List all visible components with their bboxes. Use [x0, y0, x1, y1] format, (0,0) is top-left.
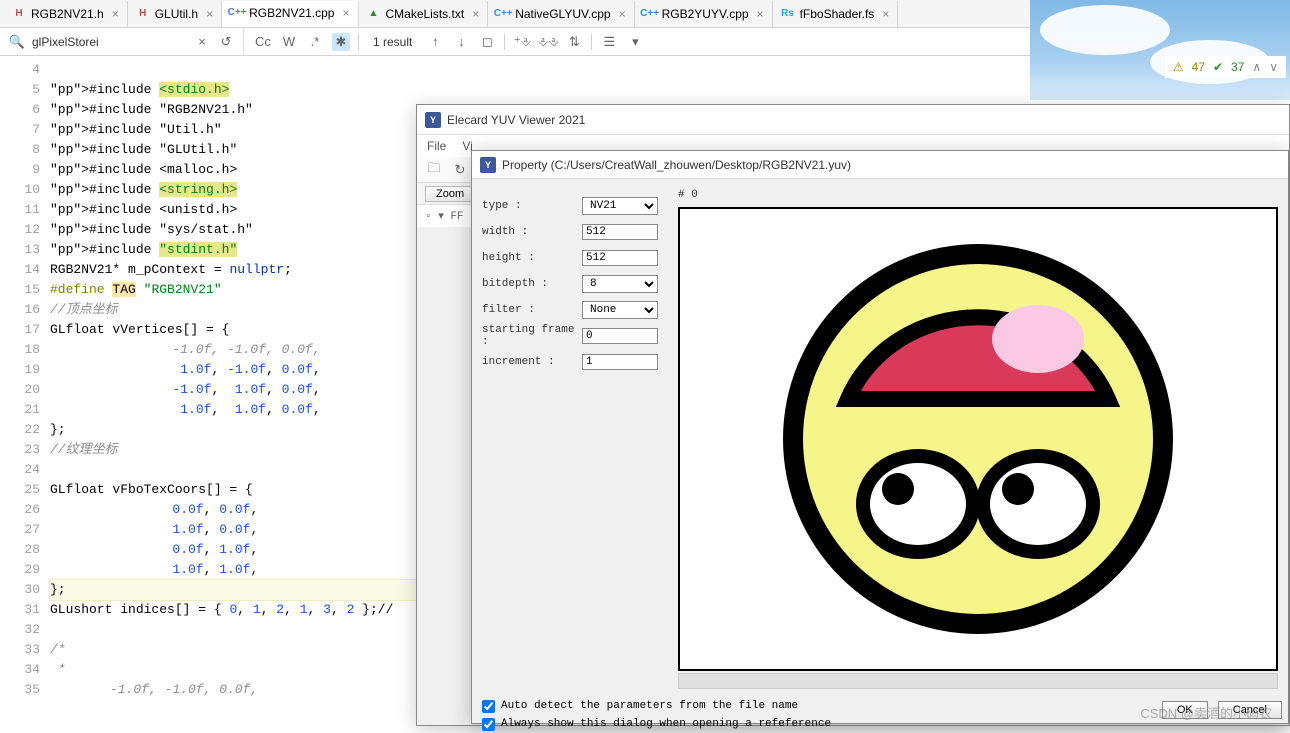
select-bitdepth[interactable]: 8 — [582, 275, 658, 293]
close-icon[interactable]: × — [757, 7, 764, 21]
warning-count: 47 — [1192, 60, 1205, 74]
checkbox-always-show[interactable] — [482, 718, 495, 731]
toggle-button[interactable]: ⇅ — [565, 33, 583, 51]
preview-pane — [678, 207, 1278, 671]
tab-label: NativeGLYUV.cpp — [515, 7, 610, 21]
label-width: width : — [482, 226, 582, 238]
tab-rgb2nv21-h[interactable]: H RGB2NV21.h × — [4, 1, 128, 27]
file-type-icon: C++ — [496, 7, 510, 21]
close-icon[interactable]: × — [619, 7, 626, 21]
refresh-icon[interactable]: ↻ — [451, 161, 469, 179]
label-filter: filter : — [482, 304, 582, 316]
input-start[interactable] — [582, 328, 658, 344]
ok-icon: ✔ — [1213, 60, 1223, 74]
tab-cmakelists-txt[interactable]: ▲ CMakeLists.txt × — [359, 1, 489, 27]
property-dialog: Y Property (C:/Users/CreatWall_zhouwen/D… — [471, 150, 1289, 724]
yuv-viewer-window: Y Elecard YUV Viewer 2021 File Vi 🗀 ↻ Zo… — [416, 104, 1290, 726]
yuv-app-icon: Y — [425, 112, 441, 128]
property-title-text: Property (C:/Users/CreatWall_zhouwen/Des… — [502, 158, 851, 172]
tab-label: CMakeLists.txt — [386, 7, 465, 21]
file-type-icon: H — [12, 7, 26, 21]
desktop-background — [1030, 0, 1290, 100]
preview-scrollbar[interactable] — [678, 673, 1278, 689]
expand-down-icon[interactable]: ∨ — [1269, 60, 1278, 74]
yuv-title-text: Elecard YUV Viewer 2021 — [447, 113, 585, 127]
search-icon: 🔍 — [8, 33, 26, 51]
checkbox-autodetect[interactable] — [482, 700, 495, 713]
property-titlebar[interactable]: Y Property (C:/Users/CreatWall_zhouwen/D… — [472, 151, 1288, 179]
open-icon[interactable]: 🗀 — [425, 161, 443, 179]
clear-search-icon[interactable]: × — [193, 33, 211, 51]
file-type-icon: H — [136, 7, 150, 21]
next-match-button[interactable]: ↓ — [452, 33, 470, 51]
tab-label: RGB2YUYV.cpp — [662, 7, 749, 21]
regex-button[interactable]: .* — [306, 33, 324, 51]
tab-nativeglyuv-cpp[interactable]: C++ NativeGLYUV.cpp × — [488, 1, 634, 27]
select-filter[interactable]: None — [582, 301, 658, 319]
input-inc[interactable] — [582, 354, 658, 370]
label-autodetect: Auto detect the parameters from the file… — [501, 700, 798, 712]
label-type: type : — [482, 200, 582, 212]
preview-image — [768, 229, 1188, 649]
label-inc: increment : — [482, 356, 582, 368]
select-occurrences-button[interactable]: ⎀⎀ — [539, 33, 557, 51]
expand-up-icon[interactable]: ∧ — [1252, 60, 1261, 74]
frame-label: # 0 — [678, 189, 1278, 207]
menu-file[interactable]: File — [427, 139, 446, 153]
search-input[interactable] — [32, 35, 187, 49]
zoom-button[interactable]: Zoom — [425, 186, 475, 202]
settings-icon[interactable]: ☰ — [600, 33, 618, 51]
input-height[interactable] — [582, 250, 658, 266]
close-icon[interactable]: × — [112, 7, 119, 21]
tab-label: GLUtil.h — [155, 7, 198, 21]
tab-label: fFboShader.fs — [800, 7, 875, 21]
result-count: 1 result — [373, 35, 412, 49]
close-icon[interactable]: × — [882, 7, 889, 21]
tab-glutil-h[interactable]: H GLUtil.h × — [128, 1, 222, 27]
filter-button[interactable]: ✱ — [332, 33, 350, 51]
label-always-show: Always show this dialog when opening a r… — [501, 718, 831, 730]
yuv-titlebar[interactable]: Y Elecard YUV Viewer 2021 — [417, 105, 1289, 135]
tab-rgb2yuyv-cpp[interactable]: C++ RGB2YUYV.cpp × — [635, 1, 773, 27]
funnel-icon[interactable]: ▾ — [626, 33, 644, 51]
tab-ffboshader-fs[interactable]: Rs fFboShader.fs × — [773, 1, 899, 27]
label-start: starting frame : — [482, 324, 582, 348]
ok-count: 37 — [1231, 60, 1244, 74]
tab-label: RGB2NV21.h — [31, 7, 104, 21]
tab-rgb2nv21-cpp[interactable]: C++ RGB2NV21.cpp × — [222, 1, 358, 27]
select-all-button[interactable]: ◻ — [478, 33, 496, 51]
words-button[interactable]: W — [280, 33, 298, 51]
file-type-icon: ▲ — [367, 7, 381, 21]
close-icon[interactable]: × — [206, 7, 213, 21]
label-bitdepth: bitdepth : — [482, 278, 582, 290]
label-height: height : — [482, 252, 582, 264]
file-type-icon: Rs — [781, 7, 795, 21]
inspection-status: ⚠ 47 ✔ 37 ∧ ∨ — [1165, 56, 1286, 78]
input-width[interactable] — [582, 224, 658, 240]
match-case-button[interactable]: Cc — [254, 33, 272, 51]
file-type-icon: C++ — [230, 6, 244, 20]
file-type-icon: C++ — [643, 7, 657, 21]
property-icon: Y — [480, 157, 496, 173]
prev-match-button[interactable]: ↑ — [426, 33, 444, 51]
add-selection-button[interactable]: ⁺⎀ — [513, 33, 531, 51]
warning-icon: ⚠ — [1173, 60, 1184, 74]
watermark: CSDN @卖酒的小码农 — [1140, 703, 1272, 722]
close-icon[interactable]: × — [342, 6, 349, 20]
line-gutter: 4567891011121314151617181920212223242526… — [0, 56, 50, 726]
history-icon[interactable]: ↺ — [217, 33, 235, 51]
tab-label: RGB2NV21.cpp — [249, 6, 334, 20]
property-form: type :NV21 width : height : bitdepth :8 … — [472, 179, 672, 691]
select-type[interactable]: NV21 — [582, 197, 658, 215]
close-icon[interactable]: × — [472, 7, 479, 21]
